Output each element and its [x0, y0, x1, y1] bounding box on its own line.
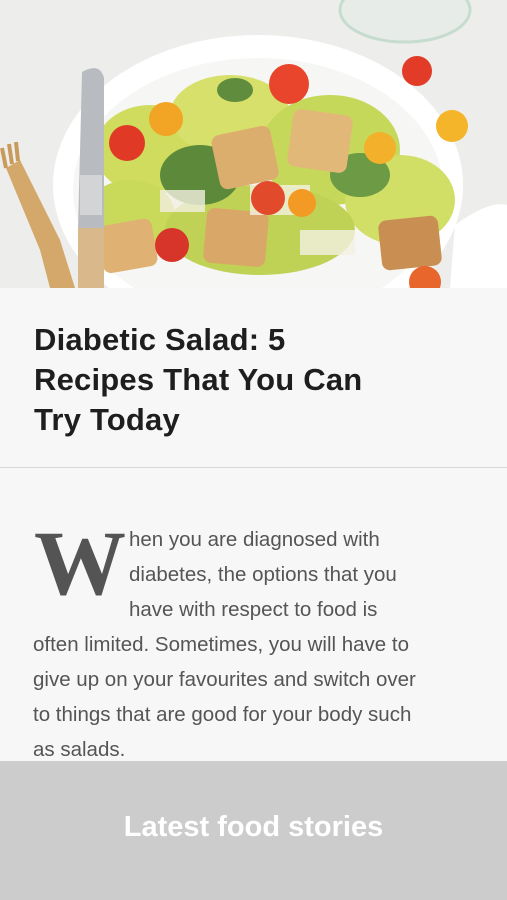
hero-image: [0, 0, 507, 288]
salad-illustration: [0, 0, 507, 288]
article-title: Diabetic Salad: 5 Recipes That You Can T…: [34, 320, 474, 440]
title-line-2: Recipes That You Can: [34, 362, 363, 397]
article-header: Diabetic Salad: 5 Recipes That You Can T…: [0, 288, 507, 468]
body-line: give up on your favourites and switch ov…: [33, 668, 416, 691]
title-line-3: Try Today: [34, 402, 180, 437]
title-line-1: Diabetic Salad: 5: [34, 322, 286, 357]
latest-food-stories-button[interactable]: Latest food stories: [0, 761, 507, 900]
body-line: often limited. Sometimes, you will have …: [33, 633, 409, 656]
latest-food-stories-label: Latest food stories: [123, 811, 384, 843]
body-line: hen you are diagnosed with: [129, 528, 380, 551]
body-line: diabetes, the options that you: [129, 563, 397, 586]
body-line: to things that are good for your body su…: [33, 703, 412, 726]
drop-cap: W: [34, 512, 126, 614]
body-line: have with respect to food is: [129, 598, 378, 621]
